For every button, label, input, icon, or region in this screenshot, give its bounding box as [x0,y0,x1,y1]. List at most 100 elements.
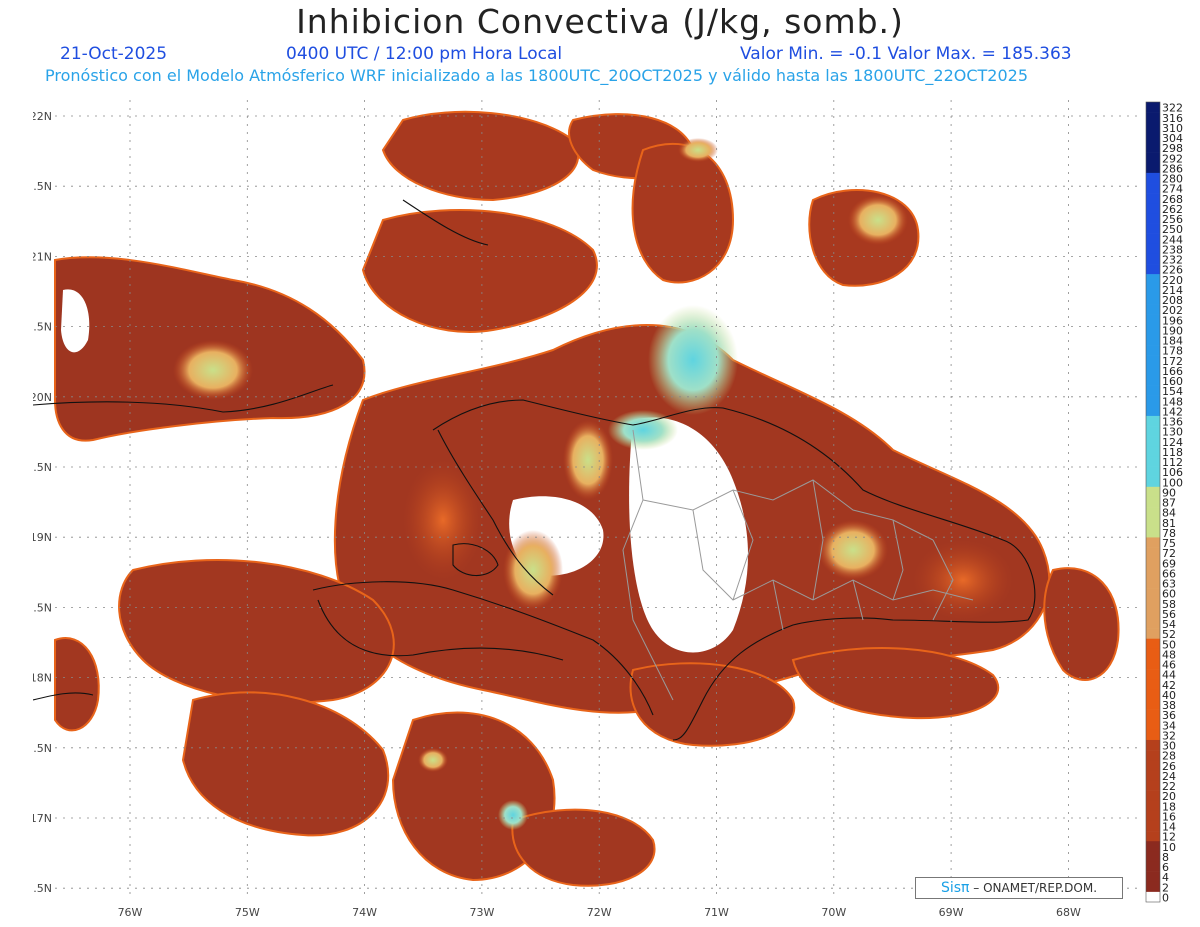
cin-map: 22N 1.5N 21N 0.5N 20N 9.5N 19N 8.5N 18N 7.5N 17N 6.… [33,100,1183,919]
colorbar-swatch [1146,294,1160,305]
colorbar-swatch [1146,699,1160,710]
colorbar-swatch [1146,810,1160,822]
colorbar-swatch [1146,547,1160,558]
colorbar-swatch [1146,162,1160,174]
latitude-label: 7.5N [33,742,52,755]
colorbar-swatch [1146,415,1160,427]
colorbar-swatch [1146,780,1160,791]
forecast-date: 21-Oct-2025 [60,44,168,64]
colorbar-swatch [1146,689,1160,700]
colorbar-swatch [1146,284,1160,295]
chart-title: Inhibicion Convectiva (J/kg, somb.) [296,2,904,41]
colorbar-swatch [1146,496,1160,508]
colorbar-swatch [1146,345,1160,356]
colorbar-swatch [1146,820,1160,832]
longitude-label: 68W [1056,906,1081,919]
colorbar-swatch [1146,760,1160,771]
colorbar-swatch [1146,790,1160,802]
colorbar-swatch [1146,831,1160,842]
colorbar-swatch [1146,598,1160,609]
colorbar-swatch [1146,203,1160,214]
colorbar-swatch [1146,446,1160,457]
longitude-label: 76W [118,906,143,919]
latitude-label: 20N [33,391,52,404]
colorbar-swatch [1146,567,1160,579]
colorbar-swatch [1146,395,1160,407]
colorbar-swatch [1146,142,1160,153]
colorbar-swatch [1146,355,1160,366]
colorbar-swatch [1146,476,1160,488]
credit-box: Sisπ – ONAMET/REP.DOM. [915,877,1123,899]
colorbar-swatch [1146,334,1160,346]
colorbar-swatch [1146,517,1160,528]
latitude-label: 21N [33,250,52,263]
colorbar-swatch [1146,365,1160,376]
longitude-label: 75W [235,906,260,919]
colorbar-swatch [1146,213,1160,224]
colorbar-swatch [1146,264,1160,275]
colorbar-swatch [1146,658,1160,670]
colorbar-swatch [1146,274,1160,285]
colorbar-swatch [1146,102,1160,113]
colorbar-swatch [1146,172,1160,184]
colorbar-swatch [1146,112,1160,123]
colorbar-swatch [1146,426,1160,437]
colorbar-swatch [1146,557,1160,569]
colorbar-swatch [1146,304,1160,315]
credit-org: – ONAMET/REP.DOM. [973,881,1098,895]
colorbar-swatch [1146,577,1160,589]
colorbar-label: 0 [1162,892,1169,905]
colorbar-swatch [1146,324,1160,336]
colorbar-swatch [1146,770,1160,781]
colorbar-swatch [1146,851,1160,862]
longitude-label: 72W [587,906,612,919]
longitude-label: 70W [821,906,846,919]
longitude-label: 69W [939,906,964,919]
forecast-time: 0400 UTC / 12:00 pm Hora Local [286,44,563,64]
colorbar-swatch [1146,375,1160,386]
colorbar-swatch [1146,314,1160,326]
colorbar-swatch [1146,233,1160,245]
colorbar-swatch [1146,709,1160,721]
latitude-label: 0.5N [33,321,52,334]
colorbar-swatch [1146,385,1160,396]
colorbar-swatch [1146,183,1160,194]
colorbar-swatch [1146,618,1160,629]
colorbar-swatch [1146,739,1160,751]
colorbar-swatch [1146,638,1160,650]
forecast-description: Pronóstico con el Modelo Atmósferico WRF… [45,66,1029,85]
colorbar-swatch [1146,436,1160,447]
colorbar-swatch [1146,841,1160,852]
latitude-label: 1.5N [33,180,52,193]
colorbar-swatch [1146,588,1160,599]
latitude-labels: 22N 1.5N 21N 0.5N 20N 9.5N 19N 8.5N 18N 7.5N 17N 6.… [33,110,52,895]
colorbar-swatch [1146,648,1160,660]
colorbar-swatch [1146,861,1160,872]
colorbar-swatch [1146,193,1160,204]
longitude-label: 73W [469,906,494,919]
cin-field [54,110,1120,887]
colorbar-swatch [1146,527,1160,538]
colorbar-swatch [1146,223,1160,234]
latitude-label: 22N [33,110,52,123]
colorbar-swatch [1146,152,1160,164]
latitude-label: 6.5N [33,882,52,895]
colorbar-swatch [1146,800,1160,812]
colorbar-swatch [1146,466,1160,477]
colorbar-swatch [1146,253,1160,265]
colorbar-swatch [1146,608,1160,619]
colorbar-swatch [1146,628,1160,640]
colorbar-swatch [1146,669,1160,680]
colorbar-swatch [1146,132,1160,143]
colorbar-swatch [1146,486,1160,498]
latitude-label: 9.5N [33,461,52,474]
colorbar-swatch [1146,456,1160,467]
latitude-label: 19N [33,531,52,544]
longitude-labels: 76W 75W 74W 73W 72W 71W 70W 69W 68W [118,906,1081,919]
colorbar-swatch [1146,507,1160,518]
colorbar: 3223163103042982922862802742682622562502… [1145,102,1183,905]
colorbar-swatch [1146,679,1160,690]
latitude-label: 8.5N [33,601,52,614]
colorbar-swatch [1146,405,1160,417]
latitude-label: 18N [33,672,52,685]
